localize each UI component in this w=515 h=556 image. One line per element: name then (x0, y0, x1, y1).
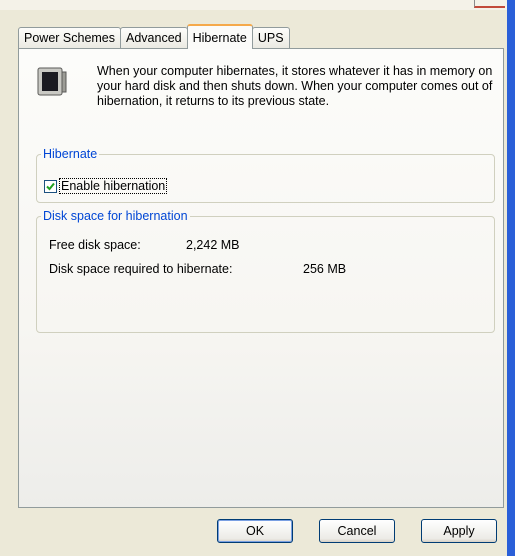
checkmark-icon (46, 182, 55, 190)
enable-hibernation-label[interactable]: Enable hibernation (58, 178, 168, 194)
checkbox-box[interactable] (44, 179, 57, 193)
close-button-remnant[interactable] (474, 0, 505, 8)
cancel-button[interactable]: Cancel (319, 519, 395, 543)
disk-space-group: Disk space for hibernation Free disk spa… (36, 209, 495, 333)
title-bar-remnant (0, 0, 515, 10)
tab-power-schemes[interactable]: Power Schemes (18, 27, 122, 48)
hibernate-group-legend: Hibernate (43, 147, 98, 161)
disk-space-group-legend: Disk space for hibernation (43, 209, 188, 223)
tab-ups[interactable]: UPS (251, 27, 290, 48)
required-disk-space-label: Disk space required to hibernate: (49, 262, 233, 276)
tab-strip: Power Schemes Advanced Hibernate UPS (18, 22, 290, 49)
free-disk-space-label: Free disk space: (49, 238, 141, 252)
tab-hibernate[interactable]: Hibernate (186, 24, 253, 49)
tab-advanced[interactable]: Advanced (120, 27, 188, 48)
apply-button[interactable]: Apply (421, 519, 497, 543)
hibernate-monitor-icon (37, 67, 67, 96)
enable-hibernation-checkbox[interactable]: Enable hibernation (44, 178, 168, 194)
ok-button[interactable]: OK (217, 519, 293, 543)
required-disk-space-value: 256 MB (303, 262, 347, 276)
free-disk-space-value: 2,242 MB (186, 238, 240, 252)
window-frame-edge (507, 0, 515, 556)
hibernate-group: Hibernate Enable hibernation (36, 147, 495, 203)
hibernate-description: When your computer hibernates, it stores… (97, 64, 493, 108)
tab-panel-hibernate: When your computer hibernates, it stores… (18, 48, 504, 508)
